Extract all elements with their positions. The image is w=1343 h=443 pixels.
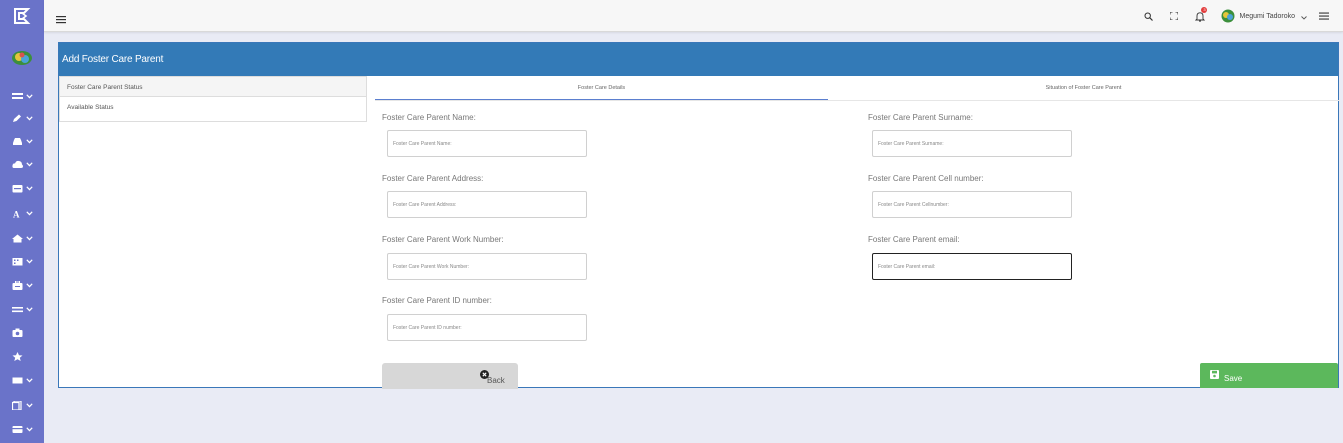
car-icon xyxy=(13,137,22,145)
chevron-down-icon[interactable] xyxy=(1301,7,1307,25)
page-title: Add Foster Care Parent xyxy=(62,54,164,65)
chevron-down-icon xyxy=(26,306,33,311)
sidebar-item-camera[interactable] xyxy=(12,325,38,339)
notification-badge: 3 xyxy=(1201,7,1208,13)
notification-bell-icon[interactable]: 3 xyxy=(1193,7,1208,23)
topbar: 3 Megumi Tadoroko xyxy=(44,0,1343,32)
sidebar-item-pencil[interactable] xyxy=(12,111,38,125)
add-foster-parent-card: Add Foster Care Parent Foster Care Paren… xyxy=(58,42,1339,389)
sidebar-item-calendar[interactable] xyxy=(12,181,38,195)
sidebar-item-car[interactable] xyxy=(12,134,38,148)
chevron-down-icon xyxy=(26,93,33,98)
chevron-down-icon xyxy=(26,115,33,120)
chevron-down-icon xyxy=(26,377,33,382)
user-name[interactable]: Megumi Tadoroko xyxy=(1239,13,1295,20)
work-number-label: Foster Care Parent Work Number: xyxy=(382,235,504,244)
sidebar-avatar[interactable] xyxy=(11,48,33,68)
sidebar-item-equals[interactable] xyxy=(12,302,38,316)
save-button[interactable]: Save xyxy=(1200,363,1338,388)
address-label: Foster Care Parent Address: xyxy=(382,174,484,183)
sidebar-item-rectangle[interactable] xyxy=(12,373,38,387)
cell-number-label: Foster Care Parent Cell number: xyxy=(868,174,984,183)
home-icon xyxy=(12,234,23,242)
calendar-icon xyxy=(12,184,23,192)
back-button-label: Back xyxy=(487,376,505,385)
svg-text:A: A xyxy=(13,209,20,218)
font-icon: A xyxy=(13,209,20,218)
close-circle-icon xyxy=(480,370,489,381)
cell-number-input[interactable] xyxy=(872,191,1072,218)
pencil-icon xyxy=(13,114,21,122)
tab-foster-care-details[interactable]: Foster Care Details xyxy=(375,76,828,100)
name-label: Foster Care Parent Name: xyxy=(382,113,476,122)
fullscreen-icon[interactable] xyxy=(1167,9,1181,23)
camera-icon xyxy=(12,328,23,337)
chevron-down-icon xyxy=(26,138,33,143)
rectangle-icon xyxy=(12,377,23,383)
sidebar-item-building[interactable] xyxy=(12,254,38,268)
id-number-input[interactable] xyxy=(387,314,587,341)
address-input[interactable] xyxy=(387,191,587,218)
star-icon xyxy=(12,351,23,361)
email-label: Foster Care Parent email: xyxy=(868,235,960,244)
menu-toggle-icon[interactable] xyxy=(56,11,66,24)
list-icon xyxy=(12,92,23,99)
document-icon xyxy=(12,400,22,410)
chevron-down-icon xyxy=(26,185,33,190)
card-icon xyxy=(12,425,23,433)
briefcase-icon xyxy=(12,280,23,290)
user-avatar[interactable] xyxy=(1221,9,1235,23)
chevron-down-icon xyxy=(26,282,33,287)
surname-input[interactable] xyxy=(872,130,1072,157)
status-list: Foster Care Parent Status Available Stat… xyxy=(59,76,367,122)
tab-bar: Foster Care Details Situation of Foster … xyxy=(375,76,1339,101)
status-item-available-status[interactable]: Available Status xyxy=(59,97,367,122)
sidebar-item-briefcase[interactable] xyxy=(12,278,38,292)
email-input[interactable] xyxy=(872,253,1072,280)
id-number-label: Foster Care Parent ID number: xyxy=(382,296,492,305)
chevron-down-icon xyxy=(26,402,33,407)
options-menu-icon[interactable] xyxy=(1317,9,1331,23)
sidebar-item-document[interactable] xyxy=(12,398,38,412)
chevron-down-icon xyxy=(26,161,33,166)
search-icon[interactable] xyxy=(1141,9,1155,23)
sidebar-item-home[interactable] xyxy=(12,231,38,245)
back-button[interactable]: Back xyxy=(382,363,518,389)
status-item-foster-parent-status[interactable]: Foster Care Parent Status xyxy=(59,76,367,97)
card-header: Add Foster Care Parent xyxy=(59,43,1338,76)
sidebar-item-font[interactable]: A xyxy=(12,206,38,220)
tab-situation-of-foster-parent[interactable]: Situation of Foster Care Parent xyxy=(828,76,1339,100)
sidebar: A xyxy=(0,0,44,443)
sidebar-item-card[interactable] xyxy=(12,422,38,436)
cloud-icon xyxy=(12,160,23,168)
floppy-disk-icon xyxy=(1210,370,1219,381)
work-number-input[interactable] xyxy=(387,253,587,280)
sidebar-item-cloud[interactable] xyxy=(12,157,38,171)
chevron-down-icon xyxy=(26,258,33,263)
sidebar-item-star[interactable] xyxy=(12,349,38,363)
chevron-down-icon xyxy=(26,235,33,240)
sidebar-item-list[interactable] xyxy=(12,89,38,103)
building-icon xyxy=(12,257,23,265)
equals-icon xyxy=(12,306,23,312)
app-logo-icon[interactable] xyxy=(0,0,44,32)
save-button-label: Save xyxy=(1224,374,1243,383)
surname-label: Foster Care Parent Surname: xyxy=(868,113,973,122)
chevron-down-icon xyxy=(26,426,33,431)
chevron-down-icon xyxy=(26,210,33,215)
name-input[interactable] xyxy=(387,130,587,157)
